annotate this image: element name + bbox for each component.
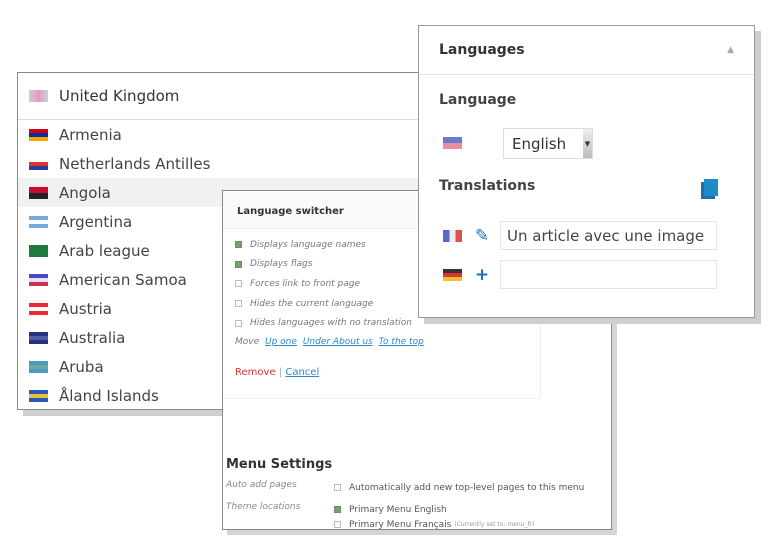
flag-icon: [29, 389, 48, 402]
language-label: Language: [439, 92, 517, 108]
country-name: Aruba: [59, 357, 104, 376]
flag-icon: [29, 128, 48, 141]
separator: |: [278, 366, 283, 378]
fr-flag-icon: [443, 229, 462, 242]
move-under-about-link[interactable]: Under About us: [303, 337, 373, 347]
remove-link[interactable]: Remove: [235, 367, 276, 378]
us-flag-icon: [443, 137, 462, 149]
country-name: Åland Islands: [59, 386, 159, 405]
menu-settings-title: Menu Settings: [226, 457, 333, 472]
flag-icon: [29, 273, 48, 286]
flag-icon: [29, 215, 48, 228]
country-name: Angola: [59, 183, 111, 202]
country-name: Armenia: [59, 125, 122, 144]
option-checkbox[interactable]: [235, 260, 242, 268]
option-checkbox[interactable]: [235, 319, 242, 327]
auto-add-text: Automatically add new top-level pages to…: [349, 482, 585, 493]
country-name: Arab league: [59, 241, 150, 260]
country-name: American Samoa: [59, 270, 187, 289]
flag-icon: [29, 360, 48, 373]
option-label: Hides languages with no translation: [250, 318, 412, 329]
de-flag-icon: [443, 268, 462, 281]
move-up-one-link[interactable]: Up one: [265, 337, 297, 347]
auto-add-checkbox[interactable]: [334, 484, 341, 491]
option-label: Forces link to front page: [250, 278, 361, 289]
language-select-value: English: [512, 134, 567, 153]
primary-french-label: Primary Menu Français: [349, 519, 452, 530]
theme-locations-label: Theme locations: [226, 502, 301, 512]
country-name: Australia: [59, 328, 126, 347]
option-label: Displays language names: [250, 239, 366, 250]
country-name: Netherlands Antilles: [59, 154, 211, 173]
primary-english-label: Primary Menu English: [349, 504, 447, 515]
languages-title: Languages: [439, 42, 525, 58]
flag-icon: [29, 186, 48, 199]
country-item[interactable]: Armenia: [18, 120, 426, 149]
move-label: Move: [235, 336, 260, 347]
dropdown-arrow-icon: ▼: [583, 129, 592, 158]
flag-icon: [29, 157, 48, 170]
language-select[interactable]: English ▼: [503, 128, 593, 159]
country-name: Argentina: [59, 212, 133, 231]
primary-french-note: (Currently set to: menu_fr): [454, 521, 535, 528]
flag-icon: [29, 331, 48, 344]
primary-french-checkbox[interactable]: [334, 521, 341, 528]
copy-icon[interactable]: [704, 179, 718, 196]
option-checkbox[interactable]: [235, 300, 242, 308]
option-checkbox[interactable]: [235, 280, 242, 288]
cancel-link[interactable]: Cancel: [285, 367, 319, 378]
primary-english-checkbox[interactable]: [334, 506, 341, 513]
translations-label: Translations: [439, 178, 536, 194]
selected-country-label: United Kingdom: [59, 87, 180, 105]
move-row: Move Up one Under About us To the top: [235, 337, 528, 347]
uk-flag-icon: [29, 90, 48, 102]
country-item[interactable]: Netherlands Antilles: [18, 149, 426, 178]
german-translation-input[interactable]: [500, 260, 717, 289]
country-name: Austria: [59, 299, 112, 318]
move-to-top-link[interactable]: To the top: [379, 337, 424, 347]
option-checkbox[interactable]: [235, 241, 242, 249]
option-label: Hides the current language: [250, 298, 374, 309]
plus-add-icon[interactable]: +: [473, 265, 491, 285]
flag-icon: [29, 244, 48, 257]
pencil-edit-icon[interactable]: ✎: [473, 226, 491, 246]
languages-metabox: Languages ▲ Language English ▼ Translation…: [418, 25, 755, 318]
auto-add-label: Auto add pages: [226, 480, 297, 490]
option-label: Displays flags: [250, 259, 313, 270]
flag-icon: [29, 302, 48, 315]
selected-country[interactable]: United Kingdom: [18, 73, 426, 120]
french-translation-input[interactable]: Un article avec une image: [500, 221, 717, 250]
collapse-triangle-icon[interactable]: ▲: [727, 45, 734, 55]
french-translation-value: Un article avec une image: [507, 226, 705, 245]
